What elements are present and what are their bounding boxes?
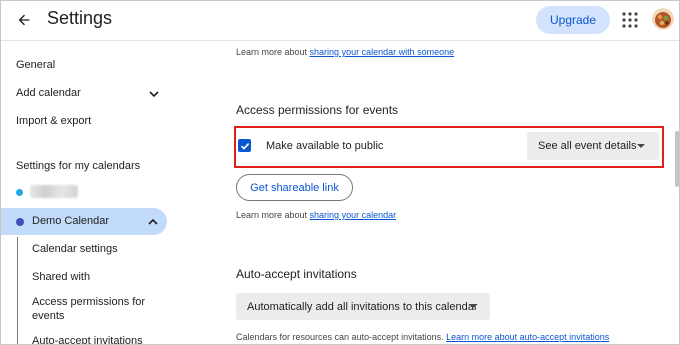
check-icon xyxy=(240,142,249,150)
sidebar-item-general[interactable]: General xyxy=(16,59,55,71)
settings-window: Settings Upgrade General Add calendar Im… xyxy=(0,0,680,345)
calendar-color-dot xyxy=(16,218,24,226)
sidebar-subitem-auto-accept[interactable]: Auto-accept invitations xyxy=(32,335,143,344)
get-shareable-link-button[interactable]: Get shareable link xyxy=(236,174,353,201)
learn-more-link[interactable]: sharing your calendar xyxy=(310,210,397,220)
share-calendar-note: Learn more about sharing your calendar xyxy=(236,210,397,220)
chevron-down-icon[interactable] xyxy=(148,88,160,100)
sidebar-item-demo-calendar[interactable]: Demo Calendar xyxy=(1,208,167,235)
back-button[interactable] xyxy=(13,9,35,31)
avatar[interactable] xyxy=(652,8,674,30)
auto-accept-heading: Auto-accept invitations xyxy=(236,267,357,281)
learn-more-link[interactable]: sharing your calendar with someone xyxy=(310,47,455,57)
tree-line xyxy=(17,237,18,344)
sidebar-item-blurred-calendar[interactable] xyxy=(30,185,78,198)
share-with-someone-note: Learn more about sharing your calendar w… xyxy=(236,47,455,57)
arrow-back-icon xyxy=(18,14,30,26)
chevron-up-icon[interactable] xyxy=(147,216,159,228)
learn-more-auto-accept-link[interactable]: Learn more about auto-accept invitations xyxy=(446,332,609,342)
sidebar-item-add-calendar[interactable]: Add calendar xyxy=(16,87,81,99)
sidebar-item-label: Demo Calendar xyxy=(32,215,110,227)
apps-grid-icon[interactable] xyxy=(621,11,639,29)
auto-accept-select[interactable]: Automatically add all invitations to thi… xyxy=(236,293,490,320)
sidebar-section-title: Settings for my calendars xyxy=(16,160,141,172)
public-checkbox[interactable] xyxy=(238,139,251,152)
calendar-color-dot xyxy=(16,189,23,196)
select-value: Automatically add all invitations to thi… xyxy=(247,301,478,313)
sidebar-subitem-shared-with[interactable]: Shared with xyxy=(32,271,90,283)
sidebar-item-import-export[interactable]: Import & export xyxy=(16,115,91,127)
resources-note: Calendars for resources can auto-accept … xyxy=(236,332,610,342)
caret-down-icon xyxy=(637,144,645,148)
caret-down-icon xyxy=(469,304,477,308)
upgrade-button[interactable]: Upgrade xyxy=(536,6,610,34)
event-details-select[interactable]: See all event details xyxy=(527,132,659,160)
sidebar-subitem-access-permissions[interactable]: Access permissions for xyxy=(32,296,145,308)
public-checkbox-label: Make available to public xyxy=(266,140,384,152)
sidebar-subitem-calendar-settings[interactable]: Calendar settings xyxy=(32,243,118,255)
top-bar: Settings Upgrade xyxy=(1,1,679,41)
sidebar-subitem-access-permissions-line2[interactable]: events xyxy=(32,310,64,322)
scrollbar[interactable] xyxy=(675,131,679,187)
select-value: See all event details xyxy=(538,140,637,152)
access-permissions-heading: Access permissions for events xyxy=(236,103,399,117)
page-title: Settings xyxy=(47,8,113,28)
